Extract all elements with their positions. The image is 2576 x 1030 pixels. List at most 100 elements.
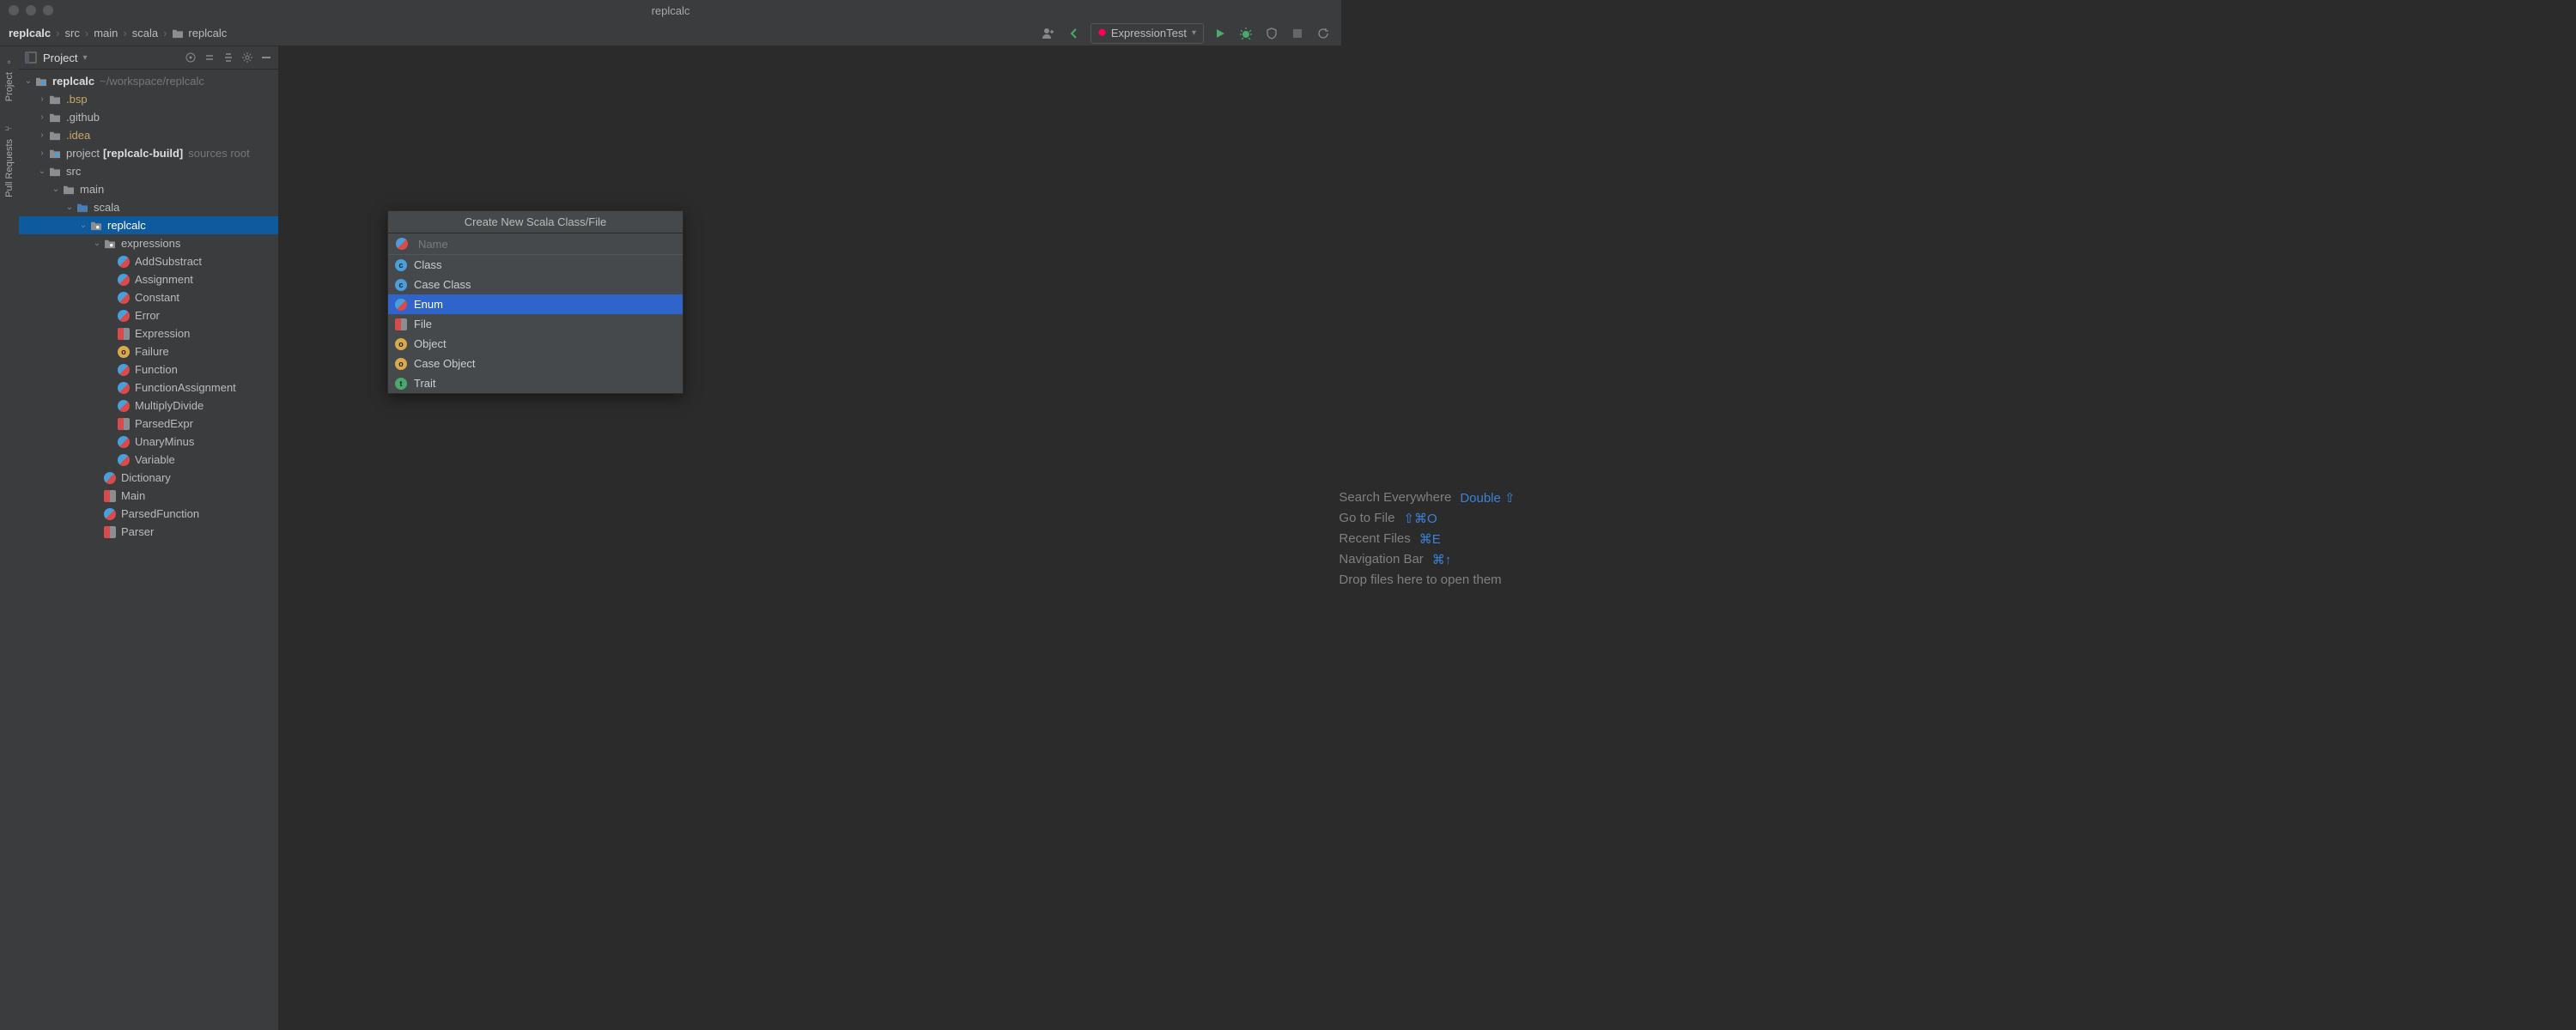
tree-node-main[interactable]: main [19, 180, 278, 198]
hint-recent: Recent Files [1339, 531, 1410, 546]
tree-node-idea[interactable]: .idea [19, 126, 278, 144]
chevron-down-icon[interactable] [50, 185, 62, 194]
editor-area: Search EverywhereDouble ⇧ Go to File⇧⌘O … [278, 46, 2576, 1030]
chevron-right-icon: › [163, 27, 167, 39]
hide-icon[interactable] [259, 51, 273, 64]
tree-file[interactable]: Variable [19, 451, 278, 469]
scala-file-icon [103, 489, 117, 503]
scala-class-icon [117, 363, 131, 377]
popup-item-trait[interactable]: tTrait [388, 373, 683, 393]
maximize-window-icon[interactable] [43, 5, 53, 15]
tree-node-project[interactable]: project [replcalc-build] sources root [19, 144, 278, 162]
minimize-window-icon[interactable] [26, 5, 36, 15]
crumb-main[interactable]: main [94, 27, 118, 39]
tree-file[interactable]: MultiplyDivide [19, 397, 278, 415]
chevron-down-icon[interactable] [77, 221, 89, 230]
tree-node-expressions[interactable]: expressions [19, 234, 278, 252]
popup-item-file[interactable]: File [388, 314, 683, 334]
chevron-right-icon[interactable] [36, 112, 48, 122]
run-config-selector[interactable]: ⬣ ExpressionTest ▾ [1091, 23, 1204, 44]
pull-requests-tool-tab[interactable]: Pull Requests ⑂ [3, 118, 16, 203]
toolbar-right: ⬣ ExpressionTest ▾ [1039, 23, 1333, 44]
scala-class-icon [117, 381, 131, 395]
tree-file[interactable]: ParsedFunction [19, 505, 278, 523]
root-name: replcalc [52, 75, 94, 88]
select-opened-file-icon[interactable] [184, 51, 197, 64]
tree-file[interactable]: ParsedExpr [19, 415, 278, 433]
hint-search-key: Double ⇧ [1460, 490, 1515, 506]
tree-node-github[interactable]: .github [19, 108, 278, 126]
tree-file[interactable]: oFailure [19, 342, 278, 360]
tree-node-replcalc-pkg[interactable]: replcalc [19, 216, 278, 234]
scala-class-icon [117, 435, 131, 449]
folder-icon: ▫ [4, 60, 15, 64]
undo-arrow-icon[interactable] [1065, 24, 1084, 43]
chevron-down-icon[interactable] [22, 76, 34, 86]
chevron-right-icon[interactable] [36, 130, 48, 140]
project-tool-tab[interactable]: Project ▫ [3, 52, 16, 106]
folder-icon [172, 28, 184, 39]
tree-root[interactable]: replcalc ~/workspace/replcalc [19, 72, 278, 90]
tree-node-bsp[interactable]: .bsp [19, 90, 278, 108]
tree-node-scala[interactable]: scala [19, 198, 278, 216]
tree-file[interactable]: FunctionAssignment [19, 379, 278, 397]
crumb-pkg[interactable]: replcalc [188, 27, 227, 39]
crumb-scala[interactable]: scala [132, 27, 158, 39]
object-icon: o [395, 338, 407, 350]
run-button[interactable] [1211, 24, 1230, 43]
chevron-down-icon[interactable] [91, 239, 103, 248]
welcome-hints: Search EverywhereDouble ⇧ Go to File⇧⌘O … [1339, 485, 1515, 592]
tree-file[interactable]: AddSubstract [19, 252, 278, 270]
tree-file[interactable]: Constant [19, 288, 278, 306]
crumb-src[interactable]: src [65, 27, 80, 39]
chevron-right-icon[interactable] [36, 148, 48, 158]
popup-item-label: File [414, 318, 432, 330]
file-label: Expression [135, 327, 190, 340]
scala-file-icon [117, 417, 131, 431]
chevron-down-icon[interactable]: ▾ [82, 53, 87, 63]
expand-all-icon[interactable] [203, 51, 216, 64]
tree-file[interactable]: Function [19, 360, 278, 379]
scala-file-icon [117, 327, 131, 341]
popup-list: cClass cCase Class Enum File oObject oCa… [388, 255, 683, 393]
tree-file[interactable]: UnaryMinus [19, 433, 278, 451]
scala-class-icon [395, 237, 409, 251]
crumb-root[interactable]: replcalc [9, 27, 51, 39]
object-icon: o [395, 358, 407, 370]
file-label: Constant [135, 291, 179, 304]
popup-item-enum[interactable]: Enum [388, 294, 683, 314]
project-tree[interactable]: replcalc ~/workspace/replcalc .bsp .gith… [19, 70, 278, 543]
node-bold: [replcalc-build] [103, 147, 183, 160]
collapse-all-icon[interactable] [222, 51, 235, 64]
tree-file[interactable]: Dictionary [19, 469, 278, 487]
popup-item-label: Trait [414, 377, 436, 390]
node-label: scala [94, 201, 119, 214]
tree-file[interactable]: Parser [19, 523, 278, 541]
coverage-button[interactable] [1262, 24, 1281, 43]
tree-file[interactable]: Expression [19, 324, 278, 342]
file-label: Failure [135, 345, 169, 358]
popup-item-object[interactable]: oObject [388, 334, 683, 354]
close-window-icon[interactable] [9, 5, 19, 15]
chevron-down-icon[interactable] [36, 167, 48, 176]
chevron-right-icon[interactable] [36, 94, 48, 104]
debug-button[interactable] [1236, 24, 1255, 43]
project-view-icon[interactable] [24, 51, 38, 64]
gear-icon[interactable] [240, 51, 254, 64]
name-input[interactable] [418, 238, 676, 251]
popup-item-case-class[interactable]: cCase Class [388, 275, 683, 294]
chevron-down-icon[interactable] [64, 203, 76, 212]
update-button[interactable] [1314, 24, 1333, 43]
tree-file[interactable]: Error [19, 306, 278, 324]
tree-file[interactable]: Assignment [19, 270, 278, 288]
project-title[interactable]: Project [43, 52, 77, 64]
tree-node-src[interactable]: src [19, 162, 278, 180]
popup-item-case-object[interactable]: oCase Object [388, 354, 683, 373]
scala-class-icon [103, 507, 117, 521]
breadcrumb[interactable]: replcalc › src › main › scala › replcalc [9, 27, 227, 39]
add-user-icon[interactable] [1039, 24, 1058, 43]
popup-item-class[interactable]: cClass [388, 255, 683, 275]
tree-file[interactable]: Main [19, 487, 278, 505]
stop-button[interactable] [1288, 24, 1307, 43]
scala-class-icon [117, 273, 131, 287]
